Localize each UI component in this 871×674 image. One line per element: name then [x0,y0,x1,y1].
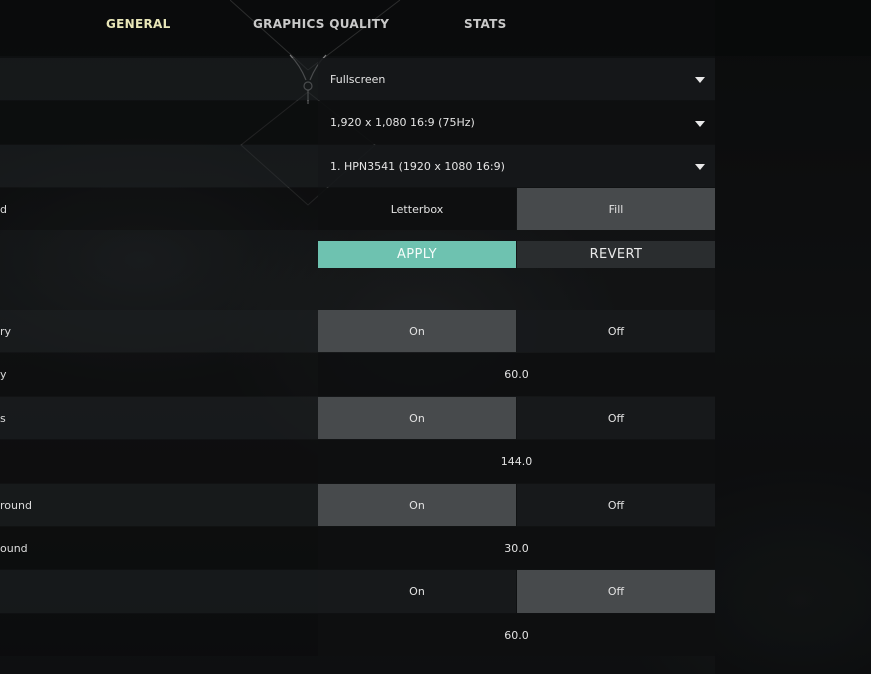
settings-tab-bar: GENERAL GRAPHICS QUALITY STATS [0,0,871,56]
row-max-fps-battery: y 60.0 [0,353,715,396]
aspect-ratio-method-control: Letterbox Fill [318,188,715,230]
monitor-dropdown[interactable]: 1. HPN3541 (1920 x 1080 16:9) [318,145,715,187]
apply-button[interactable]: APPLY [318,241,516,268]
max-fps-battery-control: 60.0 [318,353,715,396]
limit-fps-background-on[interactable]: On [318,484,516,526]
tab-stats[interactable]: STATS [464,17,507,31]
max-fps-battery-label: y [0,368,7,381]
row-label-bg [0,570,318,613]
limit-fps-background-off[interactable]: Off [517,484,715,526]
row-max-fps-menus: 60.0 [0,614,715,656]
resolution-control: 1,920 x 1,080 16:9 (75Hz) [318,101,715,144]
row-label-bg [0,188,318,230]
monitor-control: 1. HPN3541 (1920 x 1080 16:9) [318,145,715,187]
row-label-bg [0,145,318,187]
row-apply-revert: APPLY REVERT [0,241,715,268]
row-max-fps-background: ound 30.0 [0,527,715,569]
max-fps-background-control: 30.0 [318,527,715,569]
chevron-down-icon [695,77,705,83]
row-label-bg [0,440,318,483]
resolution-value: 1,920 x 1,080 16:9 (75Hz) [330,116,475,129]
chevron-down-icon [695,120,705,127]
limit-fps-always-label: s [0,411,6,425]
limit-fps-menus-off[interactable]: Off [517,570,715,613]
row-label-bg [0,353,318,396]
limit-fps-menus-control: On Off [318,570,715,613]
row-label-bg [0,101,318,144]
row-label-bg [0,397,318,439]
limit-fps-menus-on[interactable]: On [318,570,516,613]
right-shade [715,0,871,674]
row-monitor: 1. HPN3541 (1920 x 1080 16:9) [0,145,715,187]
row-label-bg [0,58,318,100]
display-mode-value: Fullscreen [330,72,386,86]
max-fps-always-value[interactable]: 144.0 [318,440,715,483]
limit-fps-always-off[interactable]: Off [517,397,715,439]
display-mode-control: Fullscreen [318,58,715,100]
tab-general[interactable]: GENERAL [106,17,171,31]
max-fps-battery-value[interactable]: 60.0 [318,353,715,396]
limit-fps-always-on[interactable]: On [318,397,516,439]
row-aspect-ratio-method: d Letterbox Fill [0,188,715,230]
limit-fps-battery-label: ry [0,324,12,338]
row-label-bg [0,484,318,526]
limit-fps-background-control: On Off [318,484,715,526]
apply-revert-control: APPLY REVERT [318,241,715,268]
max-fps-always-control: 144.0 [318,440,715,483]
tab-graphics-quality[interactable]: GRAPHICS QUALITY [253,17,389,31]
aspect-ratio-method-label: d [0,202,7,216]
fill-option[interactable]: Fill [517,188,715,230]
row-resolution: 1,920 x 1,080 16:9 (75Hz) [0,101,715,144]
row-limit-fps-battery: ry On Off [0,310,715,352]
max-fps-menus-value[interactable]: 60.0 [318,614,715,656]
display-mode-dropdown[interactable]: Fullscreen [318,58,715,100]
resolution-dropdown[interactable]: 1,920 x 1,080 16:9 (75Hz) [318,101,715,144]
row-display-mode: Fullscreen [0,58,715,100]
monitor-value: 1. HPN3541 (1920 x 1080 16:9) [330,159,505,173]
row-limit-fps-always: s On Off [0,397,715,439]
chevron-down-icon [695,164,705,170]
row-limit-fps-background: round On Off [0,484,715,526]
limit-fps-always-control: On Off [318,397,715,439]
revert-button[interactable]: REVERT [517,241,715,268]
row-limit-fps-menus: On Off [0,570,715,613]
limit-fps-background-label: round [0,498,32,512]
limit-fps-battery-control: On Off [318,310,715,352]
row-label-bg [0,614,318,656]
limit-fps-battery-on[interactable]: On [318,310,516,352]
row-label-bg [0,527,318,569]
max-fps-background-value[interactable]: 30.0 [318,527,715,569]
letterbox-option[interactable]: Letterbox [318,188,516,230]
max-fps-background-label: ound [0,541,28,555]
max-fps-menus-control: 60.0 [318,614,715,656]
limit-fps-battery-off[interactable]: Off [517,310,715,352]
row-label-bg [0,310,318,352]
row-max-fps-always: 144.0 [0,440,715,483]
